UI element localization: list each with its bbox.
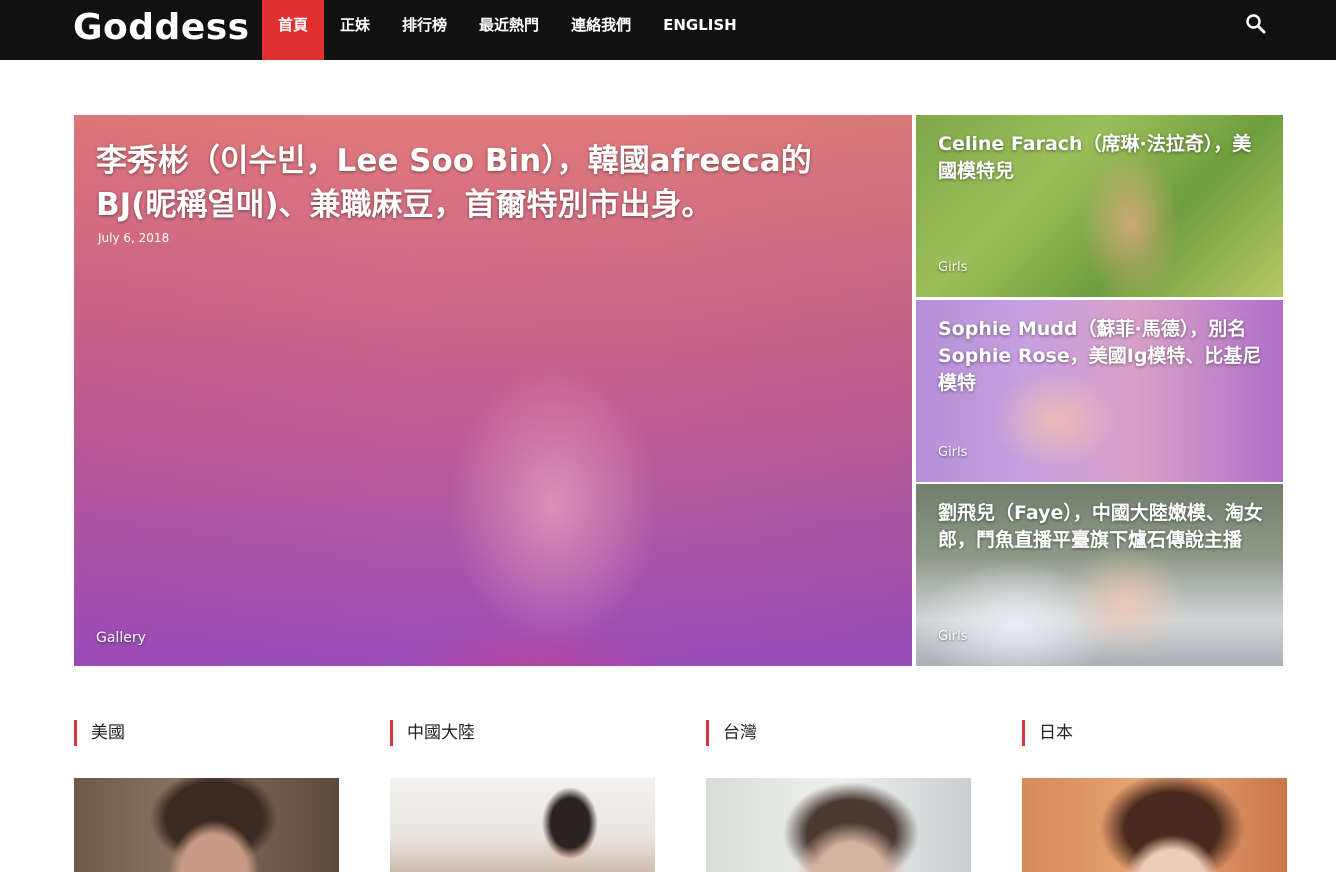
- featured-side-title[interactable]: 劉飛兒（Faye），中國大陸嫩模、淘女郎，鬥魚直播平臺旗下爐石傳說主播: [938, 500, 1268, 554]
- category-thumbnail[interactable]: [706, 778, 971, 872]
- category-heading[interactable]: 中國大陸: [390, 718, 656, 748]
- category-thumbnail[interactable]: [1022, 778, 1287, 872]
- site-logo[interactable]: Goddess: [73, 5, 250, 51]
- top-navigation-bar: Goddess 首頁 正妹 排行榜 最近熱門 連絡我們 ENGLISH: [0, 0, 1336, 60]
- featured-main-title[interactable]: 李秀彬（이수빈，Lee Soo Bin），韓國afreeca的BJ(昵稱열매)、…: [96, 139, 886, 227]
- featured-main-date: July 6, 2018: [98, 231, 170, 245]
- category-heading[interactable]: 美國: [74, 718, 340, 748]
- featured-side-category[interactable]: Girls: [938, 260, 967, 275]
- search-icon[interactable]: [1244, 12, 1268, 36]
- nav-item-home[interactable]: 首頁: [262, 0, 325, 60]
- featured-side-title[interactable]: Sophie Mudd（蘇菲·馬德），別名Sophie Rose，美國Ig模特、…: [938, 316, 1268, 397]
- featured-side-card[interactable]: Sophie Mudd（蘇菲·馬德），別名Sophie Rose，美國Ig模特、…: [916, 300, 1283, 482]
- category-heading[interactable]: 台灣: [706, 718, 972, 748]
- nav-item-girls[interactable]: 正妹: [324, 0, 386, 60]
- featured-main-category[interactable]: Gallery: [96, 630, 146, 646]
- category-heading[interactable]: 日本: [1022, 718, 1288, 748]
- featured-side-category[interactable]: Girls: [938, 445, 967, 460]
- main-nav: 首頁 正妹 排行榜 最近熱門 連絡我們 ENGLISH: [262, 0, 753, 60]
- category-section-japan: 日本: [1022, 718, 1288, 872]
- category-section-taiwan: 台灣: [706, 718, 972, 872]
- category-thumbnail[interactable]: [74, 778, 339, 872]
- featured-main-card[interactable]: 李秀彬（이수빈，Lee Soo Bin），韓國afreeca的BJ(昵稱열매)、…: [74, 115, 912, 666]
- featured-side-card[interactable]: 劉飛兒（Faye），中國大陸嫩模、淘女郎，鬥魚直播平臺旗下爐石傳說主播 Girl…: [916, 484, 1283, 666]
- featured-side-category[interactable]: Girls: [938, 629, 967, 644]
- nav-item-ranking[interactable]: 排行榜: [386, 0, 463, 60]
- category-section-china: 中國大陸: [390, 718, 656, 872]
- nav-item-contact[interactable]: 連絡我們: [555, 0, 647, 60]
- featured-side-card[interactable]: Celine Farach（席琳·法拉奇），美國模特兒 Girls: [916, 115, 1283, 297]
- nav-item-english[interactable]: ENGLISH: [647, 0, 753, 60]
- category-thumbnail[interactable]: [390, 778, 655, 872]
- featured-side-title[interactable]: Celine Farach（席琳·法拉奇），美國模特兒: [938, 131, 1268, 185]
- category-section-usa: 美國: [74, 718, 340, 872]
- nav-item-trending[interactable]: 最近熱門: [463, 0, 555, 60]
- featured-posts: 李秀彬（이수빈，Lee Soo Bin），韓國afreeca的BJ(昵稱열매)、…: [74, 115, 1283, 666]
